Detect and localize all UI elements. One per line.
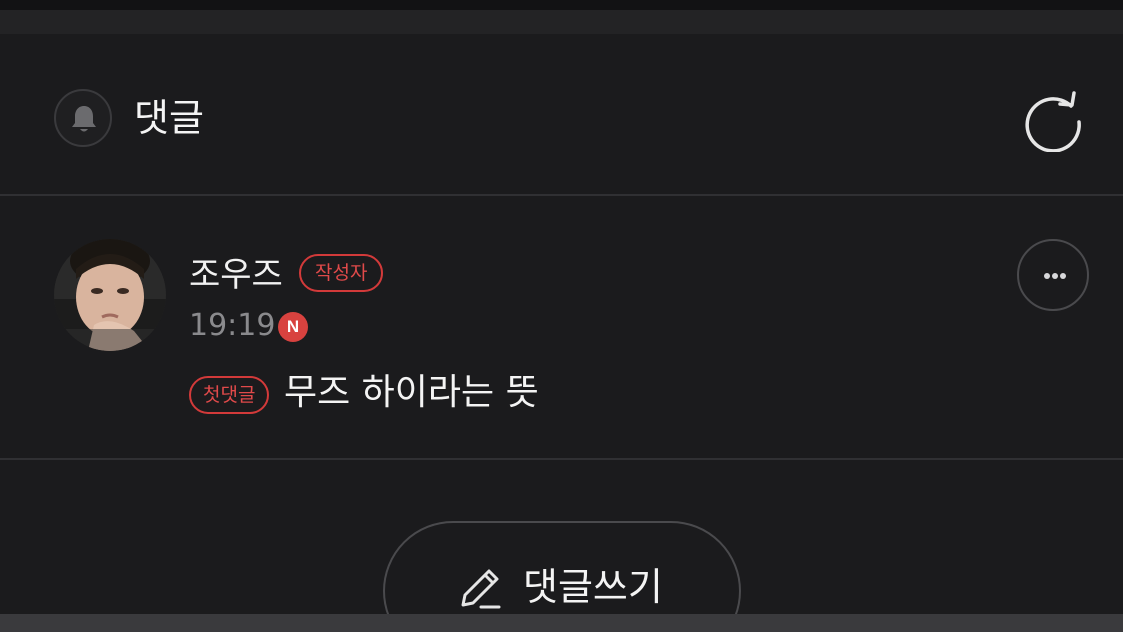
- refresh-button[interactable]: [1022, 88, 1086, 153]
- section-gap: [0, 10, 1123, 34]
- comment-text: 무즈 하이라는 뜻: [284, 372, 539, 413]
- pencil-icon: [461, 569, 501, 609]
- platform-badge-icon: N: [278, 312, 308, 342]
- write-comment-label: 댓글쓰기: [523, 565, 663, 609]
- more-dots-icon: [1052, 273, 1058, 279]
- refresh-icon: [1025, 91, 1081, 153]
- divider: [0, 458, 1123, 460]
- more-options-button[interactable]: [1017, 239, 1089, 311]
- avatar-photo: [54, 239, 166, 351]
- comment-timestamp: 19:19: [189, 308, 276, 343]
- more-dots-icon: [1044, 273, 1050, 279]
- comments-screen: 댓글 조우즈 작성자 19:19 N 첫댓글 무즈 하이라는 뜻 댓글쓰기: [0, 0, 1123, 632]
- comment-item: 조우즈 작성자 19:19 N 첫댓글 무즈 하이라는 뜻: [0, 196, 1123, 458]
- first-comment-badge: 첫댓글: [189, 376, 270, 414]
- author-badge: 작성자: [299, 254, 384, 292]
- top-strip: [0, 0, 1123, 10]
- avatar[interactable]: [54, 239, 166, 351]
- more-dots-icon: [1060, 273, 1066, 279]
- author-name[interactable]: 조우즈: [189, 254, 283, 296]
- bottom-bar: [0, 614, 1123, 632]
- page-title: 댓글: [134, 96, 204, 140]
- bell-icon: [72, 106, 96, 132]
- notification-toggle[interactable]: [54, 89, 112, 147]
- comments-header: 댓글: [0, 34, 1123, 194]
